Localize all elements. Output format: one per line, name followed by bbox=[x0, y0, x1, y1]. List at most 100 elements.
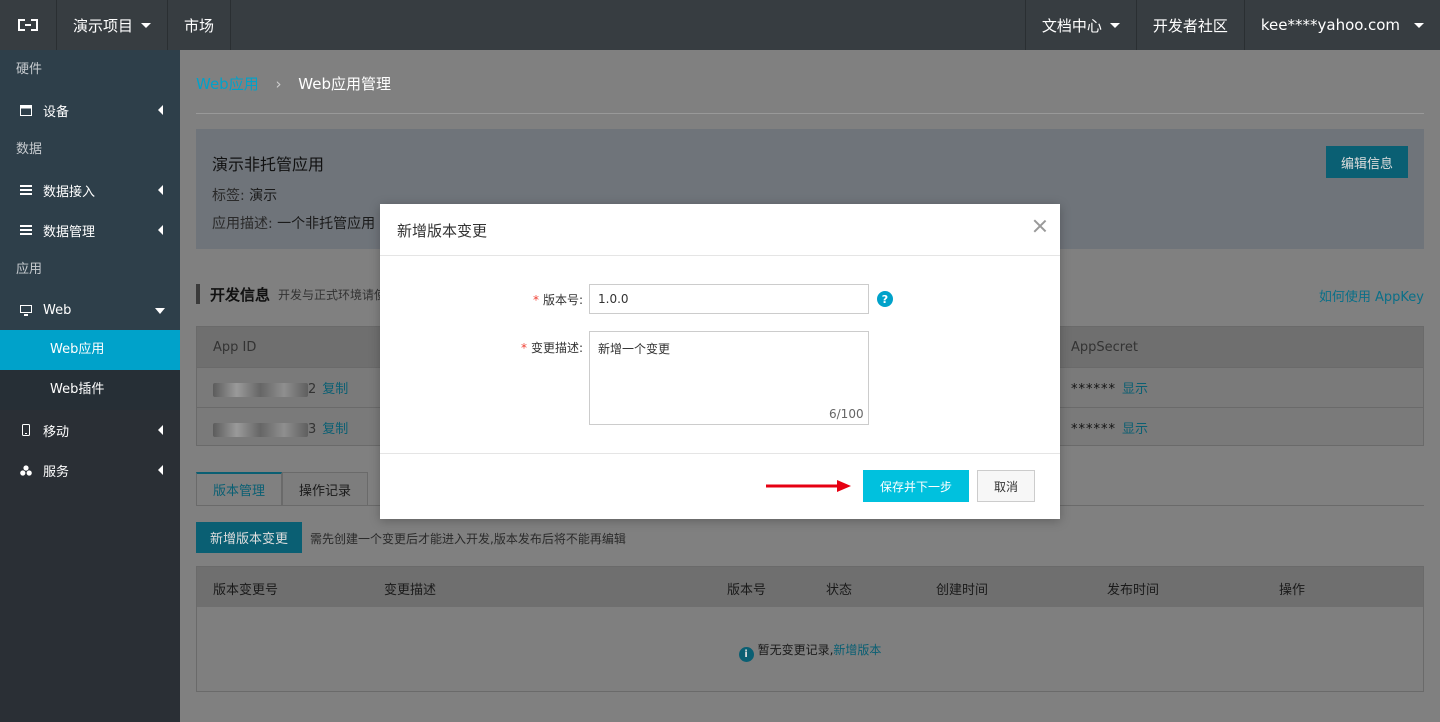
service-icon bbox=[20, 464, 32, 476]
cancel-button[interactable]: 取消 bbox=[977, 470, 1035, 502]
new-version-tip: 需先创建一个变更后才能进入开发,版本发布后将不能再编辑 bbox=[310, 532, 626, 546]
column-header-appid: App ID bbox=[213, 339, 257, 355]
sidebar-item-web[interactable]: Web bbox=[0, 290, 180, 330]
description-textarea[interactable]: 新增一个变更 bbox=[589, 331, 869, 425]
sidebar-item-label: 服务 bbox=[43, 464, 70, 480]
column-header: 变更描述 bbox=[384, 583, 437, 598]
tag-value: 演示 bbox=[249, 188, 278, 204]
column-header: 版本变更号 bbox=[213, 583, 279, 598]
appid-cell: 2 复制 bbox=[213, 378, 348, 397]
sidebar-group-hardware: 硬件 bbox=[16, 62, 43, 77]
info-icon: i bbox=[738, 647, 754, 662]
breadcrumb-link-web-app[interactable]: Web应用 bbox=[196, 75, 259, 93]
sidebar-item-label: 数据管理 bbox=[43, 224, 96, 240]
chevron-down-icon bbox=[1414, 22, 1424, 28]
chevron-left-icon bbox=[158, 465, 163, 475]
dev-info-title: 开发信息 bbox=[210, 285, 271, 304]
sidebar-item-label: 设备 bbox=[43, 104, 70, 120]
account-label: kee****yahoo.com bbox=[1260, 16, 1400, 34]
docs-dropdown[interactable]: 文档中心 bbox=[1024, 0, 1136, 50]
desc-value: 一个非托管应用 bbox=[277, 216, 376, 232]
show-secret-link[interactable]: 显示 bbox=[1122, 422, 1148, 437]
docs-label: 文档中心 bbox=[1041, 16, 1102, 35]
dev-info-heading: 开发信息 开发与正式环境请使 bbox=[196, 284, 386, 304]
empty-state: i 暂无变更记录,新增版本 bbox=[197, 641, 1423, 662]
breadcrumb-current: Web应用管理 bbox=[298, 75, 391, 93]
tab-operation-log[interactable]: 操作记录 bbox=[282, 472, 369, 506]
column-header: 操作 bbox=[1279, 583, 1306, 598]
appid-suffix: 3 bbox=[308, 422, 317, 437]
market-link[interactable]: 市场 bbox=[168, 0, 232, 50]
sidebar-item-web-app[interactable]: Web应用 bbox=[0, 330, 180, 370]
edit-info-button[interactable]: 编辑信息 bbox=[1326, 146, 1408, 178]
annotation-arrow-icon bbox=[766, 480, 851, 492]
sidebar-item-data-manage[interactable]: 数据管理 bbox=[0, 210, 180, 250]
sidebar-item-mobile[interactable]: 移动 bbox=[0, 410, 180, 450]
tab-bar: 版本管理 操作记录 bbox=[196, 472, 369, 506]
column-header-secret: AppSecret bbox=[1071, 339, 1138, 355]
project-dropdown[interactable]: 演示项目 bbox=[57, 0, 169, 50]
required-mark: * bbox=[532, 293, 539, 307]
add-version-link[interactable]: 新增版本 bbox=[833, 643, 881, 657]
logo-icon[interactable] bbox=[0, 0, 57, 50]
sidebar: 硬件 设备 数据 数据接入 数据管理 应用 Web Web应用 Web插件 移动… bbox=[0, 50, 180, 722]
dialog-title: 新增版本变更 bbox=[397, 222, 488, 240]
chevron-left-icon bbox=[158, 425, 163, 435]
community-link[interactable]: 开发者社区 bbox=[1135, 0, 1244, 50]
dev-info-subtitle: 开发与正式环境请使 bbox=[278, 287, 387, 302]
chevron-left-icon bbox=[158, 105, 163, 115]
sidebar-item-service[interactable]: 服务 bbox=[0, 450, 180, 490]
account-dropdown[interactable]: kee****yahoo.com bbox=[1243, 0, 1440, 50]
show-secret-link[interactable]: 显示 bbox=[1122, 382, 1148, 397]
copy-link[interactable]: 复制 bbox=[322, 422, 348, 437]
mobile-icon bbox=[20, 424, 32, 436]
secret-cell: ****** 显示 bbox=[1071, 378, 1148, 397]
empty-text: 暂无变更记录, bbox=[757, 643, 834, 657]
new-version-button[interactable]: 新增版本变更 bbox=[196, 522, 302, 553]
divider bbox=[196, 113, 1424, 114]
chevron-left-icon bbox=[158, 225, 163, 235]
redacted-value bbox=[213, 422, 308, 437]
new-version-dialog: 新增版本变更 *版本号: ? *变更描述: 新增一个变更 6/100 保存并下一… bbox=[380, 204, 1060, 519]
data-manage-icon bbox=[20, 224, 32, 236]
desc-label: 应用描述: bbox=[212, 216, 273, 232]
secret-mask: ****** bbox=[1071, 422, 1116, 437]
sidebar-item-device[interactable]: 设备 bbox=[0, 90, 180, 130]
top-bar: 演示项目 市场 文档中心 开发者社区 kee****yahoo.com bbox=[0, 0, 1440, 50]
description-field-label: * 变更描述: bbox=[500, 339, 583, 356]
version-input[interactable] bbox=[589, 284, 869, 314]
close-icon[interactable] bbox=[1032, 218, 1048, 234]
copy-link[interactable]: 复制 bbox=[322, 382, 348, 397]
sidebar-item-data-access[interactable]: 数据接入 bbox=[0, 170, 180, 210]
chevron-down-icon bbox=[141, 22, 152, 28]
divider bbox=[380, 255, 1060, 256]
tag-label: 标签: bbox=[212, 188, 245, 204]
version-label-text: 版本号: bbox=[542, 293, 583, 307]
version-table: 版本变更号 变更描述 版本号 状态 创建时间 发布时间 操作 i 暂无变更记录,新… bbox=[196, 566, 1424, 692]
sidebar-item-label: 移动 bbox=[43, 424, 70, 440]
description-label-text: 变更描述: bbox=[530, 341, 583, 355]
chevron-left-icon bbox=[158, 185, 163, 195]
help-icon[interactable]: ? bbox=[877, 291, 893, 307]
sidebar-item-label: 数据接入 bbox=[43, 184, 96, 200]
divider bbox=[380, 453, 1060, 454]
column-header: 发布时间 bbox=[1107, 583, 1160, 598]
app-name: 演示非托管应用 bbox=[212, 155, 325, 174]
save-next-button[interactable]: 保存并下一步 bbox=[863, 470, 969, 502]
appkey-help-link[interactable]: 如何使用 AppKey bbox=[1319, 286, 1424, 305]
project-label: 演示项目 bbox=[73, 16, 134, 35]
char-counter: 6/100 bbox=[829, 407, 864, 421]
tab-version-management[interactable]: 版本管理 bbox=[196, 472, 283, 506]
chevron-right-icon: › bbox=[275, 75, 282, 93]
table-header: 版本变更号 变更描述 版本号 状态 创建时间 发布时间 操作 bbox=[197, 567, 1423, 607]
chevron-down-icon bbox=[1109, 22, 1120, 28]
app-description: 应用描述: 一个非托管应用 bbox=[212, 213, 375, 233]
sidebar-item-label: Web bbox=[43, 302, 72, 318]
redacted-value bbox=[213, 382, 308, 397]
secret-mask: ****** bbox=[1071, 382, 1116, 397]
sidebar-group-app: 应用 bbox=[16, 262, 43, 277]
data-access-icon bbox=[20, 184, 32, 196]
sidebar-item-web-plugin[interactable]: Web插件 bbox=[0, 370, 180, 410]
column-header: 版本号 bbox=[727, 583, 767, 598]
secret-cell: ****** 显示 bbox=[1071, 418, 1148, 437]
